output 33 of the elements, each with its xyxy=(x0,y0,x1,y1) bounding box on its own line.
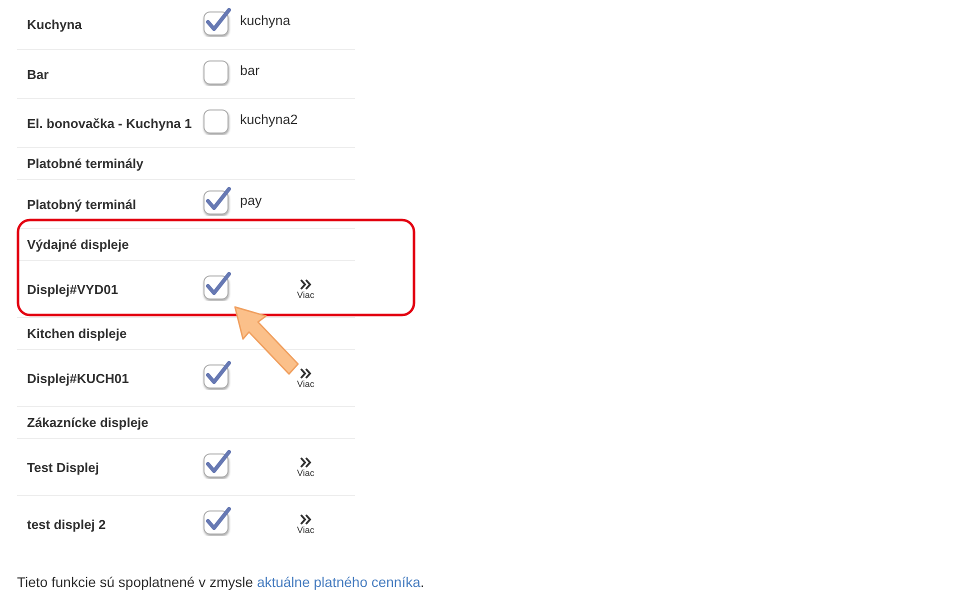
more-link[interactable]: Viac xyxy=(297,278,314,300)
double-chevron-icon xyxy=(298,368,313,378)
section-heading: Zákaznícke displeje xyxy=(27,415,150,430)
checkbox[interactable] xyxy=(202,506,232,536)
pointer-arrow xyxy=(234,306,299,375)
device-code: kuchyna2 xyxy=(240,112,299,126)
device-name: test displej 2 xyxy=(27,516,107,532)
device-name: Bar xyxy=(27,66,50,82)
double-chevron-icon xyxy=(298,278,313,290)
device-code: kuchyna xyxy=(240,13,292,28)
more-link[interactable]: Viac xyxy=(297,514,314,534)
device-name: Displej#KUCH01 xyxy=(27,370,130,386)
double-chevron-icon xyxy=(298,514,313,524)
checkbox[interactable] xyxy=(202,271,232,301)
device-name: El. bonovačka - Kuchyna 1 xyxy=(27,116,193,130)
section-heading: Platobné terminály xyxy=(27,156,144,171)
device-name: Test Displej xyxy=(27,460,100,474)
section-heading: Výdajné displeje xyxy=(27,237,130,252)
device-code: bar xyxy=(240,62,261,78)
section-heading: Kitchen displeje xyxy=(27,326,128,341)
pricing-note: Tieto funkcie sú spoplatnené v zmysle aktuálne platného cenníka. xyxy=(17,574,426,590)
more-link[interactable]: Viac xyxy=(297,368,314,388)
device-name: Platobný terminál xyxy=(27,196,138,212)
checkbox[interactable] xyxy=(202,6,232,36)
device-name: Kuchyna xyxy=(27,17,83,32)
device-name: Displej#VYD01 xyxy=(27,282,120,296)
more-link[interactable]: Viac xyxy=(297,456,314,478)
checkbox[interactable] xyxy=(202,449,232,479)
checkbox[interactable] xyxy=(202,360,232,390)
device-code: pay xyxy=(240,192,263,208)
pricing-link[interactable]: aktuálne platného cenníka xyxy=(256,574,420,590)
checkbox[interactable] xyxy=(202,186,232,216)
double-chevron-icon xyxy=(298,456,313,468)
